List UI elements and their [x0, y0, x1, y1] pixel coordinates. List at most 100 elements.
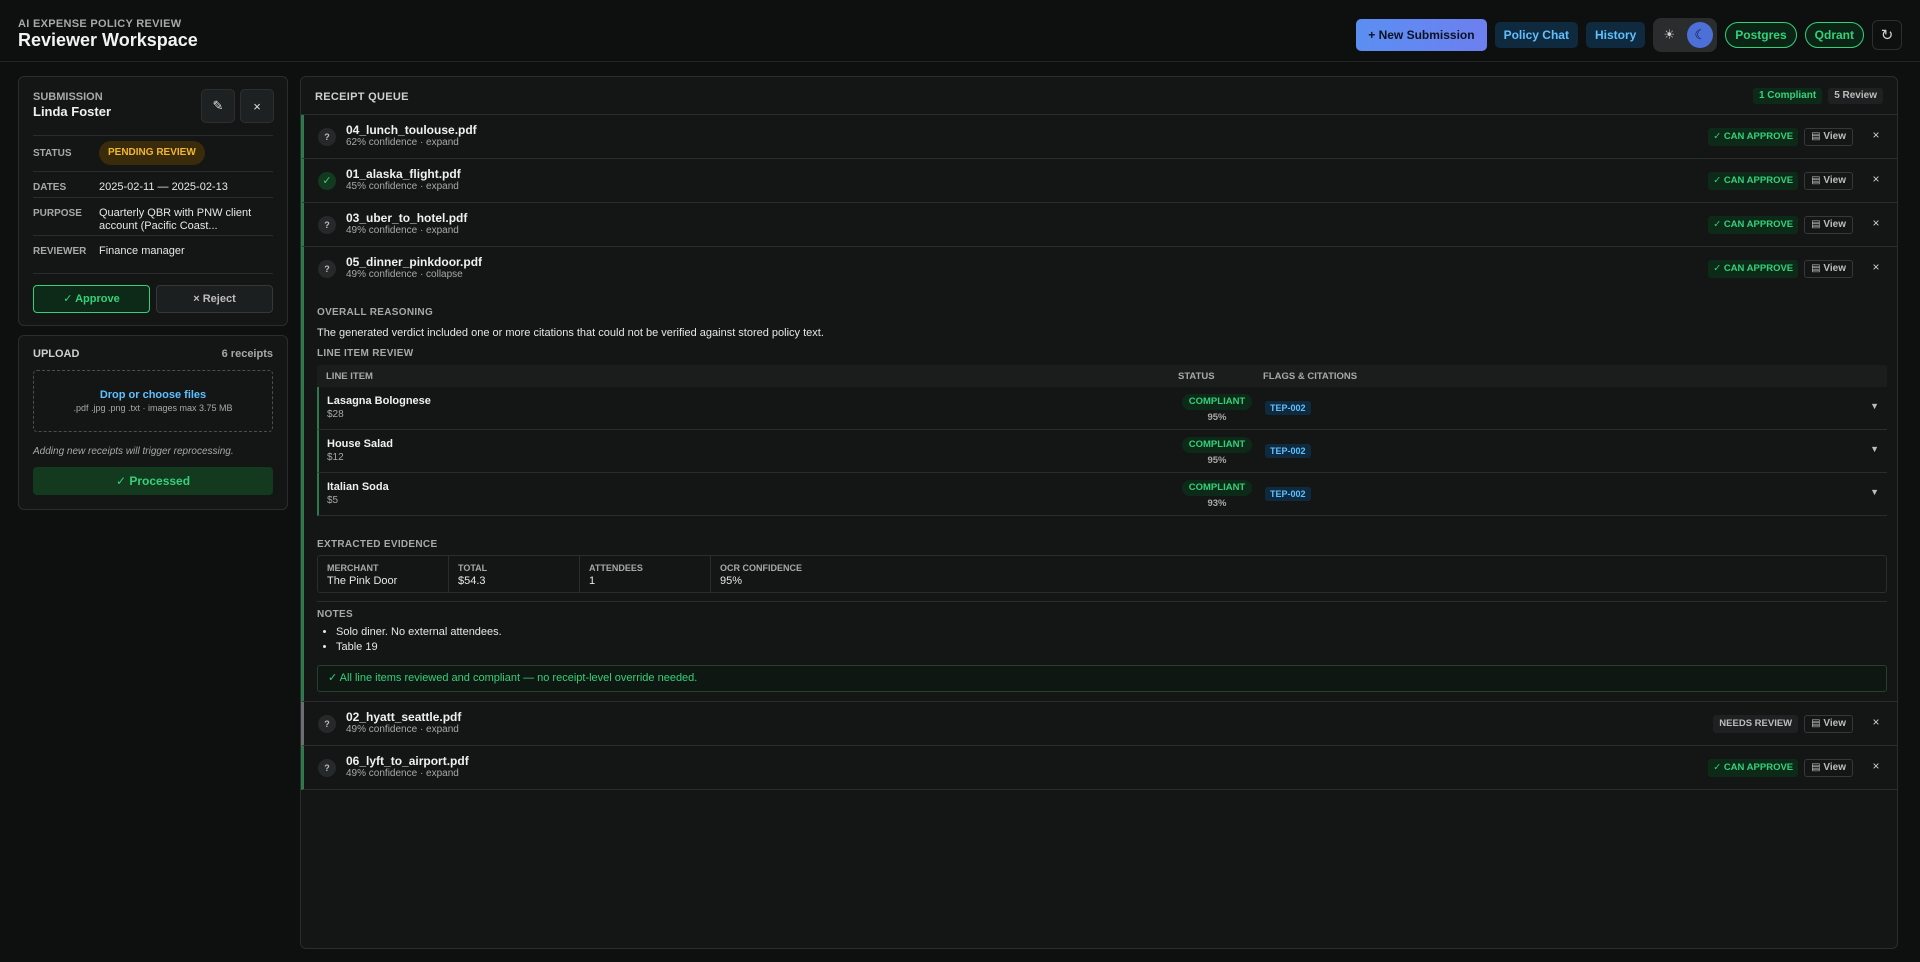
view-button[interactable]: ▤ View [1804, 715, 1853, 733]
reasoning-label: OVERALL REASONING [317, 307, 434, 318]
status-badge: ✓ CAN APPROVE [1708, 216, 1799, 234]
receipt-confidence[interactable]: 49% confidence · expand [346, 225, 459, 236]
status-row: STATUS PENDING REVIEW [33, 135, 273, 171]
approve-button[interactable]: ✓ Approve [33, 285, 150, 313]
view-button[interactable]: ▤ View [1804, 260, 1853, 278]
divider [33, 273, 273, 274]
receipt-filename[interactable]: 04_lunch_toulouse.pdf [346, 123, 477, 137]
theme-toggle[interactable]: ☀ ☾ [1653, 18, 1718, 52]
remove-icon[interactable]: × [1869, 759, 1883, 773]
notes-label: NOTES [317, 609, 353, 620]
reprocess-note: Adding new receipts will trigger reproce… [33, 446, 234, 457]
view-button[interactable]: ▤ View [1804, 216, 1853, 234]
history-button[interactable]: History [1585, 22, 1646, 48]
status-badge: NEEDS REVIEW [1713, 715, 1799, 733]
compliant-badge: COMPLIANT [1181, 394, 1253, 410]
processed-button[interactable]: ✓ Processed [33, 467, 273, 495]
evidence-key: TOTAL [458, 563, 488, 573]
view-label: View [1823, 718, 1846, 729]
postgres-status-button[interactable]: Postgres [1725, 22, 1797, 48]
dates-value: 2025-02-11 — 2025-02-13 [99, 181, 228, 193]
table-row[interactable]: Italian Soda $5 COMPLIANT 93% TEP-002 ▼ [317, 473, 1887, 516]
sun-icon[interactable]: ☀ [1657, 27, 1681, 43]
remove-icon[interactable]: × [1869, 216, 1883, 230]
receipt-row[interactable]: ? 03_uber_to_hotel.pdf 49% confidence · … [301, 203, 1897, 247]
line-item-confidence: 95% [1207, 455, 1227, 466]
policy-chat-button[interactable]: Policy Chat [1494, 22, 1578, 48]
remove-icon[interactable]: × [1869, 172, 1883, 186]
receipt-row[interactable]: ? 02_hyatt_seattle.pdf 49% confidence · … [301, 702, 1897, 746]
line-item-table: LINE ITEM STATUS FLAGS & CITATIONS Lasag… [317, 365, 1887, 516]
dropzone-label[interactable]: Drop or choose files [34, 389, 272, 401]
app-header: AI EXPENSE POLICY REVIEW Reviewer Worksp… [0, 0, 1920, 62]
unknown-icon: ? [318, 759, 336, 777]
close-icon[interactable]: × [240, 89, 274, 123]
reject-button[interactable]: × Reject [156, 285, 273, 313]
column-header-item: LINE ITEM [326, 371, 373, 382]
evidence-value: The Pink Door [327, 575, 398, 587]
document-icon: ▤ [1811, 175, 1821, 186]
citation-tag[interactable]: TEP-002 [1265, 444, 1311, 458]
receipt-confidence[interactable]: 49% confidence · expand [346, 768, 459, 779]
line-item-amount: $12 [327, 452, 344, 463]
remove-icon[interactable]: × [1869, 128, 1883, 142]
receipt-filename[interactable]: 03_uber_to_hotel.pdf [346, 211, 467, 225]
chevron-down-icon[interactable]: ▼ [1870, 487, 1879, 497]
line-item-name: House Salad [327, 438, 394, 450]
chevron-down-icon[interactable]: ▼ [1870, 401, 1879, 411]
evidence-label: EXTRACTED EVIDENCE [317, 539, 438, 550]
chevron-down-icon[interactable]: ▼ [1870, 444, 1879, 454]
receipt-filename[interactable]: 06_lyft_to_airport.pdf [346, 754, 469, 768]
unknown-icon: ? [318, 260, 336, 278]
receipt-filename[interactable]: 02_hyatt_seattle.pdf [346, 710, 461, 724]
file-dropzone[interactable]: Drop or choose files .pdf .jpg .png .txt… [33, 370, 273, 432]
view-button[interactable]: ▤ View [1804, 759, 1853, 777]
qdrant-status-button[interactable]: Qdrant [1804, 22, 1864, 48]
moon-icon[interactable]: ☾ [1687, 22, 1714, 48]
citation-tag[interactable]: TEP-002 [1265, 401, 1311, 415]
remove-icon[interactable]: × [1869, 715, 1883, 729]
receipt-row[interactable]: ✓ 01_alaska_flight.pdf 45% confidence · … [301, 159, 1897, 203]
evidence-cell: TOTAL $54.3 [449, 556, 580, 593]
line-item-amount: $28 [327, 409, 344, 420]
receipt-row[interactable]: ? 05_dinner_pinkdoor.pdf 49% confidence … [301, 247, 1897, 291]
column-header-flags: FLAGS & CITATIONS [1263, 371, 1358, 382]
compliant-badge: COMPLIANT [1181, 437, 1253, 453]
receipt-confidence[interactable]: 49% confidence · expand [346, 724, 459, 735]
view-button[interactable]: ▤ View [1804, 172, 1853, 190]
queue-badges: 1 Compliant 5 Review [1752, 88, 1883, 104]
line-items-label: LINE ITEM REVIEW [317, 348, 414, 359]
document-icon: ▤ [1811, 263, 1821, 274]
view-button[interactable]: ▤ View [1804, 128, 1853, 146]
dates-row: DATES 2025-02-11 — 2025-02-13 [33, 171, 273, 197]
receipt-filename[interactable]: 05_dinner_pinkdoor.pdf [346, 255, 482, 269]
reviewer-row: REVIEWER Finance manager [33, 235, 273, 269]
document-icon: ▤ [1811, 131, 1821, 142]
receipt-row[interactable]: ? 04_lunch_toulouse.pdf 62% confidence ·… [301, 115, 1897, 159]
line-item-name: Lasagna Bolognese [327, 395, 431, 407]
receipt-filename[interactable]: 01_alaska_flight.pdf [346, 167, 461, 181]
receipt-confidence[interactable]: 45% confidence · expand [346, 181, 459, 192]
evidence-grid: MERCHANT The Pink Door TOTAL $54.3 ATTEN… [317, 555, 1887, 593]
evidence-key: MERCHANT [327, 563, 379, 573]
receipt-confidence[interactable]: 62% confidence · expand [346, 137, 459, 148]
notes-list: Solo diner. No external attendees. Table… [336, 625, 502, 655]
refresh-icon[interactable]: ↻ [1872, 20, 1902, 50]
receipt-actions: ✓ CAN APPROVE ▤ View [1708, 172, 1853, 190]
receipt-confidence[interactable]: 49% confidence · collapse [346, 269, 463, 280]
remove-icon[interactable]: × [1869, 260, 1883, 274]
table-row[interactable]: House Salad $12 COMPLIANT 95% TEP-002 ▼ [317, 430, 1887, 473]
line-item-name: Italian Soda [327, 481, 389, 493]
edit-icon[interactable]: ✎ [201, 89, 235, 123]
citation-tag[interactable]: TEP-002 [1265, 487, 1311, 501]
receipt-actions: ✓ CAN APPROVE ▤ View [1708, 260, 1853, 278]
table-row[interactable]: Lasagna Bolognese $28 COMPLIANT 95% TEP-… [317, 387, 1887, 430]
receipt-row[interactable]: ? 06_lyft_to_airport.pdf 49% confidence … [301, 746, 1897, 790]
evidence-value: $54.3 [458, 575, 486, 587]
purpose-row: PURPOSE Quarterly QBR with PNW client ac… [33, 197, 273, 235]
unknown-icon: ? [318, 216, 336, 234]
column-header-status: STATUS [1178, 371, 1215, 382]
new-submission-button[interactable]: + New Submission [1356, 19, 1487, 51]
divider [317, 601, 1887, 602]
queue-header: RECEIPT QUEUE 1 Compliant 5 Review [301, 77, 1897, 115]
